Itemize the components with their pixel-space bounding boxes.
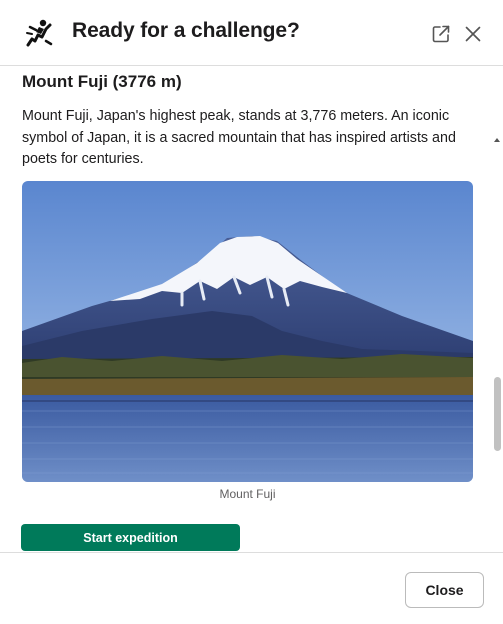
- external-link-icon: [432, 25, 450, 43]
- section-title: Mount Fuji (3776 m): [22, 72, 182, 91]
- modal-body: Mount Fuji (3776 m) Mount Fuji, Japan's …: [0, 67, 503, 552]
- image-caption: Mount Fuji: [219, 487, 276, 501]
- climber-logo-icon: [22, 17, 56, 51]
- description-text: Mount Fuji, Japan's highest peak, stands…: [22, 108, 456, 167]
- start-expedition-button[interactable]: Start expedition: [21, 524, 240, 551]
- modal-footer: Close: [0, 552, 503, 624]
- modal-title: Ready for a challenge?: [72, 19, 300, 42]
- mount-fuji-image: [22, 181, 473, 482]
- scrollbar[interactable]: [493, 134, 503, 552]
- open-external-button[interactable]: [429, 22, 453, 46]
- modal-header: Ready for a challenge?: [0, 0, 503, 66]
- modal-dialog: Ready for a challenge? Mount Fuji (3776 …: [0, 0, 503, 624]
- close-icon: [465, 26, 481, 42]
- close-button[interactable]: Close: [405, 572, 484, 608]
- scroll-up-arrow-icon[interactable]: [494, 138, 500, 142]
- close-dialog-button[interactable]: [461, 22, 485, 46]
- scrollbar-thumb[interactable]: [494, 377, 501, 451]
